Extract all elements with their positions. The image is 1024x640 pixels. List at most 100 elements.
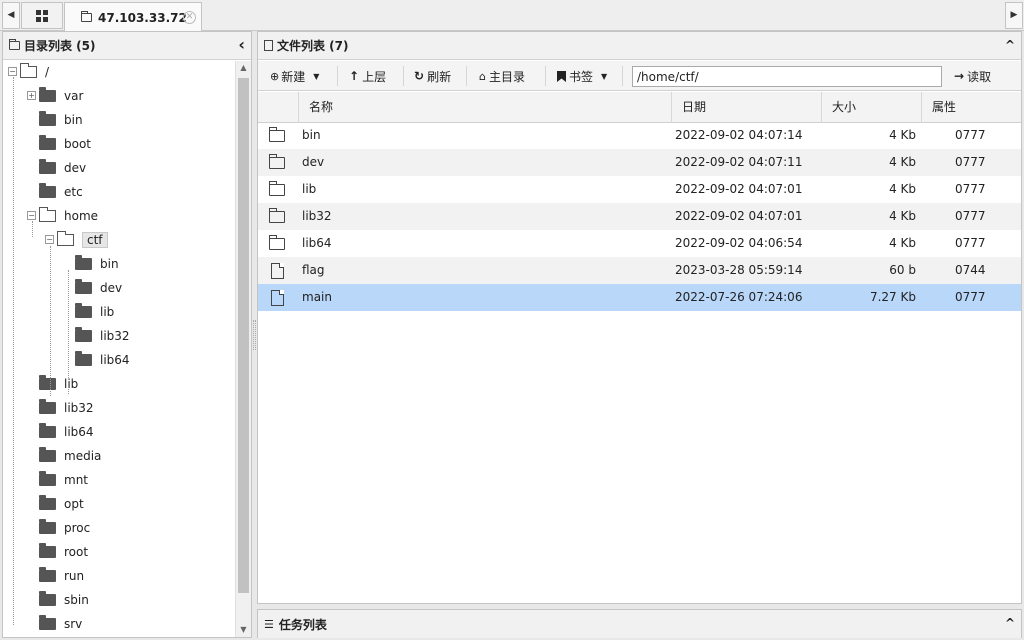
tree-node[interactable]: opt (39, 493, 84, 515)
tree-node[interactable]: lib64 (39, 421, 94, 443)
directory-panel-header: 目录列表 (5) ‹ (3, 32, 251, 60)
file-name-cell: bin (302, 128, 321, 142)
task-panel-title: 任务列表 (278, 617, 327, 632)
column-header-date[interactable]: 日期 (671, 92, 821, 123)
folder-icon (39, 87, 56, 102)
folder-icon (39, 159, 56, 174)
icon-column-header (258, 92, 298, 123)
tree-node-label: / (45, 65, 50, 79)
home-dir-button[interactable]: ⌂ 主目录 (479, 64, 525, 88)
tree-node[interactable]: bin (75, 253, 119, 275)
file-row[interactable]: lib 2022-09-02 04:07:01 4 Kb 0777 (258, 176, 1021, 203)
folder-icon (269, 181, 285, 196)
file-name-cell: lib64 (302, 236, 332, 250)
tree-node[interactable]: media (39, 445, 101, 467)
new-button[interactable]: ⊕ 新建 ▼ (270, 64, 319, 88)
tree-node-label: media (64, 449, 102, 463)
tree-node[interactable]: − home (27, 205, 99, 227)
file-attributes-cell: 0777 (955, 209, 986, 223)
folder-icon (269, 235, 285, 250)
path-input[interactable] (632, 66, 942, 87)
task-panel-header: ☰ 任务列表 ^ (258, 610, 1021, 638)
file-row[interactable]: lib32 2022-09-02 04:07:01 4 Kb 0777 (258, 203, 1021, 230)
tree-node[interactable]: etc (39, 181, 83, 203)
file-row[interactable]: flag 2023-03-28 05:59:14 60 b 0744 (258, 257, 1021, 284)
tree-node[interactable]: lib64 (75, 349, 130, 371)
tree-node-label: boot (64, 137, 92, 151)
tree-node-label: ctf (82, 232, 108, 248)
expand-up-icon[interactable]: ^ (1005, 616, 1015, 630)
column-header-size[interactable]: 大小 (821, 92, 921, 123)
column-header-name[interactable]: 名称 (298, 92, 671, 123)
tree-node[interactable]: mnt (39, 469, 88, 491)
collapse-icon[interactable]: − (27, 211, 36, 220)
home-icon: ⌂ (479, 69, 486, 83)
tree-node[interactable]: dev (75, 277, 122, 299)
home-grid-tab[interactable] (21, 2, 63, 29)
tree-node[interactable]: run (39, 565, 84, 587)
tree-node[interactable]: lib (75, 301, 114, 323)
folder-icon (39, 471, 56, 486)
scrollbar-thumb[interactable] (238, 78, 249, 593)
folder-icon (75, 279, 92, 294)
collapse-up-icon[interactable]: ^ (1005, 38, 1015, 52)
file-date-cell: 2022-09-02 04:06:54 (675, 236, 803, 250)
file-row[interactable]: lib64 2022-09-02 04:06:54 4 Kb 0777 (258, 230, 1021, 257)
tree-node[interactable]: root (39, 541, 88, 563)
tree-node[interactable]: lib32 (75, 325, 130, 347)
tab-host[interactable]: 47.103.33.72 ✕ (64, 2, 202, 32)
up-level-button[interactable]: ↑ 上层 (349, 64, 386, 88)
refresh-button[interactable]: ↻ 刷新 (414, 64, 451, 88)
tab-scroll-right-icon[interactable]: ▶ (1005, 2, 1023, 29)
bookmark-button[interactable]: 书签 ▼ (557, 64, 607, 88)
tree-node[interactable]: + var (27, 85, 83, 107)
tree-connector-line (50, 246, 51, 396)
folder-icon (39, 447, 56, 462)
tab-scroll-left-icon[interactable]: ◀ (2, 2, 20, 29)
splitter-handle[interactable] (253, 320, 256, 350)
tab-host-label: 47.103.33.72 (98, 10, 187, 25)
tree-node[interactable]: lib (39, 373, 78, 395)
scroll-up-icon[interactable]: ▲ (236, 61, 251, 75)
tree-node[interactable]: − / (8, 61, 50, 83)
file-row[interactable]: main 2022-07-26 07:24:06 7.27 Kb 0777 (258, 284, 1021, 311)
up-level-label: 上层 (362, 69, 387, 84)
tree-node[interactable]: srv (39, 613, 82, 635)
folder-icon (39, 519, 56, 534)
tree-scrollbar[interactable]: ▲ ▼ (235, 61, 251, 637)
folder-icon (39, 495, 56, 510)
file-row[interactable]: dev 2022-09-02 04:07:11 4 Kb 0777 (258, 149, 1021, 176)
close-icon[interactable]: ✕ (183, 11, 196, 24)
folder-icon (39, 399, 56, 414)
tree-node[interactable]: dev (39, 157, 86, 179)
file-date-cell: 2022-09-02 04:07:01 (675, 209, 803, 223)
read-button[interactable]: → 读取 (954, 64, 991, 88)
file-row[interactable]: bin 2022-09-02 04:07:14 4 Kb 0777 (258, 122, 1021, 149)
toolbar-divider (466, 66, 467, 86)
file-size-cell: 4 Kb (889, 155, 916, 169)
tab-bar: ◀ 47.103.33.72 ✕ ▶ (0, 0, 1024, 32)
folder-icon (81, 11, 92, 22)
bookmark-label: 书签 (569, 69, 594, 84)
collapse-icon[interactable]: − (45, 235, 54, 244)
tree-node[interactable]: sbin (39, 589, 89, 611)
file-attributes-cell: 0777 (955, 290, 986, 304)
tree-node-label: home (64, 209, 99, 223)
file-attributes-cell: 0777 (955, 128, 986, 142)
collapse-icon[interactable]: − (8, 67, 17, 76)
tree-node[interactable]: boot (39, 133, 91, 155)
tree-node[interactable]: bin (39, 109, 83, 131)
scroll-down-icon[interactable]: ▼ (236, 623, 251, 637)
file-toolbar: ⊕ 新建 ▼ ↑ 上层 ↻ 刷新 ⌂ 主目录 书签 ▼ → (258, 61, 1021, 91)
tree-node-label: dev (100, 281, 123, 295)
file-list-icon (264, 40, 273, 51)
file-icon (271, 290, 284, 306)
tree-node[interactable]: − ctf (45, 229, 108, 251)
file-panel-header: 文件列表 (7) ^ (258, 32, 1021, 60)
tree-node[interactable]: proc (39, 517, 90, 539)
collapse-left-icon[interactable]: ‹ (238, 35, 245, 54)
tree-node[interactable]: lib32 (39, 397, 94, 419)
expand-icon[interactable]: + (27, 91, 36, 100)
column-header-attributes[interactable]: 属性 (921, 92, 1021, 123)
file-size-cell: 4 Kb (889, 128, 916, 142)
